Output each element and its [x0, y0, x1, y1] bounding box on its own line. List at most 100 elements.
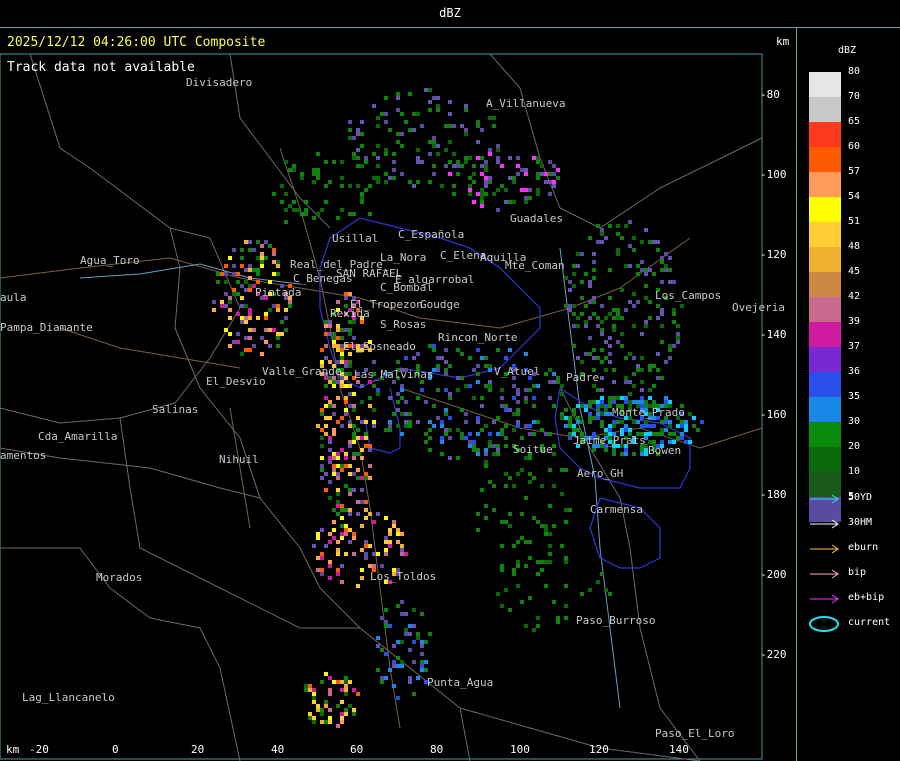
place-label: Rexida — [330, 307, 370, 320]
place-label: Padre — [566, 371, 600, 384]
place-label: Pampa_Diamante — [0, 321, 93, 334]
y-tick-label: -200 — [760, 568, 787, 581]
legend-value: 54 — [848, 191, 861, 202]
y-tick-label: -160 — [760, 408, 787, 421]
y-tick-label: -100 — [760, 168, 787, 181]
place-label: Morados — [96, 571, 143, 584]
map-canvas[interactable] — [0, 28, 797, 761]
legend-track-label: eb+bip — [848, 592, 885, 603]
legend-value: 35 — [848, 391, 861, 402]
place-label: A_Villanueva — [486, 97, 566, 110]
track-arrow-icon — [810, 519, 839, 529]
y-tick-label: -120 — [760, 248, 787, 261]
legend-swatch — [809, 447, 841, 472]
track-arrow-icon — [810, 494, 839, 504]
y-tick-label: -80 — [760, 88, 780, 101]
legend-swatch — [809, 347, 841, 372]
legend-track-label: eburn — [848, 542, 879, 553]
legend-swatch — [809, 222, 841, 247]
track-arrow-icon — [810, 594, 839, 604]
place-label: Bowen — [648, 444, 682, 457]
place-label: Salinas — [152, 403, 199, 416]
legend-swatch — [809, 397, 841, 422]
legend-track-label: 30HM — [848, 517, 873, 528]
place-label: Nihuil — [219, 453, 259, 466]
legend-swatch — [809, 172, 841, 197]
place-label: Mte_Coman — [505, 259, 565, 272]
legend-swatch — [809, 422, 841, 447]
place-label: El_Sosneado — [343, 340, 416, 353]
legend-swatch — [809, 197, 841, 222]
x-tick-label: 120 — [589, 743, 609, 756]
place-label: S_Rosas — [380, 318, 427, 331]
legend-swatch — [809, 297, 841, 322]
place-label: Los_Toldos — [370, 570, 437, 583]
radar-map[interactable]: 2025/12/12 04:26:00 UTC Composite Track … — [0, 28, 797, 761]
current-track-icon — [809, 616, 839, 632]
x-tick-label: 100 — [510, 743, 530, 756]
place-label: Divisadero — [186, 76, 253, 89]
legend-value: 65 — [848, 116, 861, 127]
place-label: Monte_Prado — [612, 406, 685, 419]
x-tick-label: 140 — [669, 743, 689, 756]
place-label: Goudge — [420, 298, 460, 311]
place-label: Soitue — [513, 443, 553, 456]
legend-swatch — [809, 147, 841, 172]
place-label: Agua_Toro — [80, 254, 140, 267]
legend-track-label: 50YD — [848, 492, 873, 503]
timestamp-label: 2025/12/12 04:26:00 UTC Composite — [7, 35, 266, 50]
legend-value: 37 — [848, 341, 861, 352]
place-label: Los_Campos — [655, 289, 722, 302]
y-tick-label: -220 — [760, 648, 787, 661]
x-tick-label: 0 — [112, 743, 119, 756]
legend-value: 51 — [848, 216, 861, 227]
place-label: Valle_Grande — [262, 365, 342, 378]
legend-swatch — [809, 272, 841, 297]
legend-swatch — [809, 122, 841, 147]
legend-track-label: bip — [848, 567, 867, 578]
place-label: Jaime_Prats — [573, 434, 646, 447]
legend-value: 70 — [848, 91, 861, 102]
legend-value: 36 — [848, 366, 861, 377]
legend-value: 45 — [848, 266, 861, 277]
legend-value: 20 — [848, 441, 861, 452]
place-label: Punta_Agua — [427, 676, 494, 689]
place-label: Aero_GH — [577, 467, 624, 480]
legend-swatch — [809, 97, 841, 122]
legend-value: 39 — [848, 316, 861, 327]
legend-track-label: current — [848, 617, 891, 628]
legend-value: 30 — [848, 416, 861, 427]
place-label: Pintada — [255, 286, 302, 299]
title-bar: dBZ — [0, 0, 900, 28]
legend-value: 60 — [848, 141, 861, 152]
legend-value: 57 — [848, 166, 861, 177]
legend-value: 80 — [848, 66, 861, 77]
legend-swatch — [809, 247, 841, 272]
place-label: C_Bombal — [380, 281, 433, 294]
track-note: Track data not available — [7, 60, 195, 75]
legend-unit: dBZ — [838, 45, 857, 56]
x-tick-label: 60 — [350, 743, 364, 756]
unit-bottom-label: km — [6, 743, 20, 756]
x-tick-label: 40 — [271, 743, 285, 756]
place-label: Usillal — [332, 232, 379, 245]
x-tick-label: -20 — [29, 743, 49, 756]
place-label: amentos — [0, 449, 47, 462]
place-label: Ovejeria — [732, 301, 785, 314]
place-label: Rincon_Norte — [438, 331, 518, 344]
legend-panel: dBZ 80 70 65 60 57 54 51 48 45 42 39 37 36 35 30 20 10 5 … — [798, 28, 900, 761]
place-label: Carmensa — [590, 503, 643, 516]
legend-value: 10 — [848, 466, 861, 477]
place-label: Cda_Amarilla — [38, 430, 118, 443]
x-tick-label: 20 — [191, 743, 205, 756]
place-label: aula — [0, 291, 27, 304]
legend-swatch — [809, 322, 841, 347]
y-tick-label: -140 — [760, 328, 787, 341]
track-arrow-icon — [810, 569, 839, 579]
place-label: Paso_El_Loro — [655, 727, 735, 740]
y-tick-label: -180 — [760, 488, 787, 501]
x-tick-label: 80 — [430, 743, 444, 756]
place-label: Guadales — [510, 212, 563, 225]
place-label: C_Española — [398, 228, 465, 241]
legend-value: 42 — [848, 291, 861, 302]
